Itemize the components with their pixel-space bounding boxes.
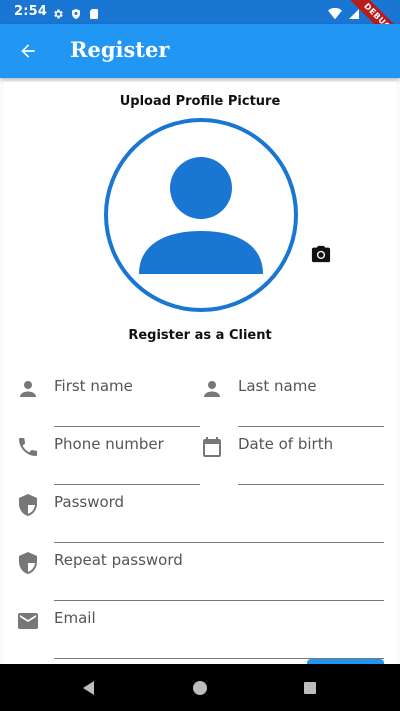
phone-icon: [19, 438, 37, 456]
profile-picture[interactable]: [104, 118, 298, 312]
email-field[interactable]: Email: [16, 601, 384, 659]
first-name-placeholder: First name: [54, 377, 133, 395]
phone-placeholder: Phone number: [54, 435, 164, 453]
arrow-back-icon: [21, 44, 35, 58]
last-name-placeholder: Last name: [238, 377, 317, 395]
square-recents-icon: [304, 682, 316, 694]
shield-status-icon: [70, 5, 82, 19]
person-icon: [20, 381, 36, 397]
email-placeholder: Email: [54, 609, 96, 627]
person-avatar-icon: [139, 157, 263, 274]
camera-icon: [311, 245, 331, 263]
repeat-password-field[interactable]: Repeat password: [16, 543, 384, 601]
last-name-field[interactable]: Last name: [200, 369, 384, 427]
dob-placeholder: Date of birth: [238, 435, 334, 453]
gear-icon: [52, 5, 64, 19]
upload-profile-label: Upload Profile Picture: [119, 94, 281, 109]
repeat-password-placeholder: Repeat password: [54, 551, 183, 569]
circle-home-icon: [193, 681, 207, 695]
nav-recents-button[interactable]: [298, 676, 322, 700]
password-placeholder: Password: [54, 493, 125, 511]
mail-icon: [18, 613, 38, 629]
status-time: 2:54: [14, 4, 48, 19]
shield-icon: [19, 552, 37, 574]
first-name-field[interactable]: First name: [16, 369, 200, 427]
status-bar: 2:54 DEBUG: [0, 0, 400, 54]
nav-home-button[interactable]: [188, 676, 212, 700]
system-nav-bar: [0, 664, 400, 711]
register-as-title: Register as a Client: [128, 328, 272, 343]
nav-back-button[interactable]: [77, 676, 101, 700]
phone-field[interactable]: Phone number: [16, 427, 200, 485]
person-icon: [204, 381, 220, 397]
dob-field[interactable]: Date of birth: [200, 427, 384, 485]
wifi-icon: [328, 5, 342, 24]
sd-card-icon: [88, 5, 100, 19]
calendar-icon: [203, 437, 221, 457]
camera-button[interactable]: [309, 243, 333, 265]
triangle-back-icon: [83, 681, 94, 695]
app-bar: Register: [0, 24, 400, 78]
back-button[interactable]: [10, 33, 46, 69]
password-field[interactable]: Password: [16, 485, 384, 543]
register-card: Upload Profile Picture Register as a Cli…: [4, 82, 396, 711]
shield-icon: [19, 494, 37, 516]
page-title: Register: [70, 37, 170, 62]
